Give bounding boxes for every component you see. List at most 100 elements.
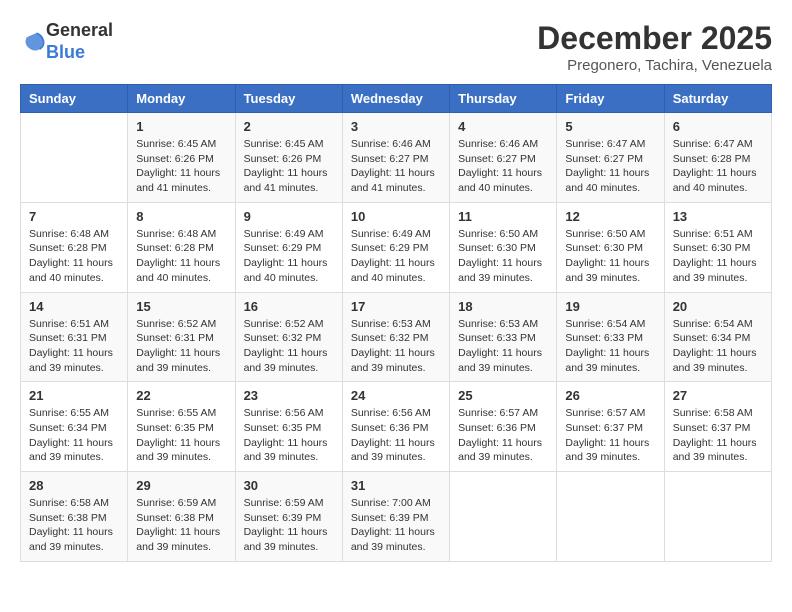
daylight-text: Daylight: 11 hours and 39 minutes.	[351, 347, 435, 374]
sunrise-text: Sunrise: 6:46 AM	[351, 138, 431, 150]
daylight-text: Daylight: 11 hours and 39 minutes.	[565, 257, 649, 284]
daylight-text: Daylight: 11 hours and 41 minutes.	[136, 167, 220, 194]
daylight-text: Daylight: 11 hours and 39 minutes.	[244, 347, 328, 374]
sunset-text: Sunset: 6:27 PM	[351, 153, 429, 165]
day-cell-0-0	[21, 113, 128, 203]
day-info: Sunrise: 6:56 AM Sunset: 6:36 PM Dayligh…	[351, 406, 441, 465]
day-cell-2-2: 16 Sunrise: 6:52 AM Sunset: 6:32 PM Dayl…	[235, 292, 342, 382]
day-number: 17	[351, 299, 441, 314]
sunrise-text: Sunrise: 6:58 AM	[673, 407, 753, 419]
day-cell-0-5: 5 Sunrise: 6:47 AM Sunset: 6:27 PM Dayli…	[557, 113, 664, 203]
sunset-text: Sunset: 6:33 PM	[458, 332, 536, 344]
day-number: 31	[351, 478, 441, 493]
page-header: General Blue December 2025 Pregonero, Ta…	[20, 20, 772, 74]
subtitle: Pregonero, Tachira, Venezuela	[537, 57, 772, 74]
day-number: 11	[458, 209, 548, 224]
calendar-header-row: Sunday Monday Tuesday Wednesday Thursday…	[21, 85, 772, 113]
day-number: 5	[565, 119, 655, 134]
logo-text: General Blue	[46, 20, 113, 63]
sunrise-text: Sunrise: 6:48 AM	[29, 228, 109, 240]
month-title: December 2025	[537, 20, 772, 57]
sunrise-text: Sunrise: 6:55 AM	[29, 407, 109, 419]
sunset-text: Sunset: 6:34 PM	[29, 422, 107, 434]
daylight-text: Daylight: 11 hours and 39 minutes.	[29, 526, 113, 553]
sunrise-text: Sunrise: 6:56 AM	[244, 407, 324, 419]
daylight-text: Daylight: 11 hours and 40 minutes.	[351, 257, 435, 284]
daylight-text: Daylight: 11 hours and 40 minutes.	[458, 167, 542, 194]
sunset-text: Sunset: 6:30 PM	[458, 242, 536, 254]
day-cell-1-2: 9 Sunrise: 6:49 AM Sunset: 6:29 PM Dayli…	[235, 202, 342, 292]
day-cell-4-2: 30 Sunrise: 6:59 AM Sunset: 6:39 PM Dayl…	[235, 472, 342, 562]
day-number: 3	[351, 119, 441, 134]
day-number: 20	[673, 299, 763, 314]
day-cell-2-4: 18 Sunrise: 6:53 AM Sunset: 6:33 PM Dayl…	[450, 292, 557, 382]
sunset-text: Sunset: 6:30 PM	[673, 242, 751, 254]
sunrise-text: Sunrise: 6:50 AM	[565, 228, 645, 240]
day-number: 10	[351, 209, 441, 224]
sunrise-text: Sunrise: 6:59 AM	[136, 497, 216, 509]
sunrise-text: Sunrise: 6:59 AM	[244, 497, 324, 509]
day-number: 19	[565, 299, 655, 314]
day-cell-2-1: 15 Sunrise: 6:52 AM Sunset: 6:31 PM Dayl…	[128, 292, 235, 382]
sunrise-text: Sunrise: 6:51 AM	[29, 318, 109, 330]
day-number: 1	[136, 119, 226, 134]
sunrise-text: Sunrise: 6:54 AM	[673, 318, 753, 330]
day-number: 14	[29, 299, 119, 314]
sunrise-text: Sunrise: 6:52 AM	[136, 318, 216, 330]
day-number: 8	[136, 209, 226, 224]
day-cell-4-0: 28 Sunrise: 6:58 AM Sunset: 6:38 PM Dayl…	[21, 472, 128, 562]
sunset-text: Sunset: 6:27 PM	[565, 153, 643, 165]
day-cell-0-6: 6 Sunrise: 6:47 AM Sunset: 6:28 PM Dayli…	[664, 113, 771, 203]
logo: General Blue	[20, 20, 113, 63]
day-info: Sunrise: 6:45 AM Sunset: 6:26 PM Dayligh…	[136, 137, 226, 196]
sunset-text: Sunset: 6:26 PM	[244, 153, 322, 165]
day-info: Sunrise: 6:57 AM Sunset: 6:37 PM Dayligh…	[565, 406, 655, 465]
day-cell-3-4: 25 Sunrise: 6:57 AM Sunset: 6:36 PM Dayl…	[450, 382, 557, 472]
day-cell-1-5: 12 Sunrise: 6:50 AM Sunset: 6:30 PM Dayl…	[557, 202, 664, 292]
day-cell-3-6: 27 Sunrise: 6:58 AM Sunset: 6:37 PM Dayl…	[664, 382, 771, 472]
day-number: 9	[244, 209, 334, 224]
sunset-text: Sunset: 6:36 PM	[351, 422, 429, 434]
day-info: Sunrise: 6:59 AM Sunset: 6:38 PM Dayligh…	[136, 496, 226, 555]
day-cell-1-0: 7 Sunrise: 6:48 AM Sunset: 6:28 PM Dayli…	[21, 202, 128, 292]
day-info: Sunrise: 6:58 AM Sunset: 6:37 PM Dayligh…	[673, 406, 763, 465]
day-number: 2	[244, 119, 334, 134]
sunset-text: Sunset: 6:37 PM	[565, 422, 643, 434]
sunset-text: Sunset: 6:32 PM	[244, 332, 322, 344]
day-info: Sunrise: 6:45 AM Sunset: 6:26 PM Dayligh…	[244, 137, 334, 196]
sunrise-text: Sunrise: 6:53 AM	[458, 318, 538, 330]
col-wednesday: Wednesday	[342, 85, 449, 113]
day-number: 22	[136, 388, 226, 403]
sunrise-text: Sunrise: 6:48 AM	[136, 228, 216, 240]
day-info: Sunrise: 6:54 AM Sunset: 6:34 PM Dayligh…	[673, 317, 763, 376]
day-cell-2-6: 20 Sunrise: 6:54 AM Sunset: 6:34 PM Dayl…	[664, 292, 771, 382]
day-cell-1-6: 13 Sunrise: 6:51 AM Sunset: 6:30 PM Dayl…	[664, 202, 771, 292]
day-number: 24	[351, 388, 441, 403]
sunrise-text: Sunrise: 6:46 AM	[458, 138, 538, 150]
day-number: 15	[136, 299, 226, 314]
day-info: Sunrise: 7:00 AM Sunset: 6:39 PM Dayligh…	[351, 496, 441, 555]
daylight-text: Daylight: 11 hours and 41 minutes.	[244, 167, 328, 194]
week-row-1: 7 Sunrise: 6:48 AM Sunset: 6:28 PM Dayli…	[21, 202, 772, 292]
day-info: Sunrise: 6:49 AM Sunset: 6:29 PM Dayligh…	[244, 227, 334, 286]
sunrise-text: Sunrise: 6:52 AM	[244, 318, 324, 330]
day-info: Sunrise: 6:48 AM Sunset: 6:28 PM Dayligh…	[136, 227, 226, 286]
day-number: 25	[458, 388, 548, 403]
daylight-text: Daylight: 11 hours and 39 minutes.	[244, 437, 328, 464]
daylight-text: Daylight: 11 hours and 39 minutes.	[458, 257, 542, 284]
daylight-text: Daylight: 11 hours and 39 minutes.	[351, 526, 435, 553]
daylight-text: Daylight: 11 hours and 39 minutes.	[458, 437, 542, 464]
sunset-text: Sunset: 6:26 PM	[136, 153, 214, 165]
sunrise-text: Sunrise: 6:45 AM	[244, 138, 324, 150]
daylight-text: Daylight: 11 hours and 39 minutes.	[29, 347, 113, 374]
day-number: 28	[29, 478, 119, 493]
day-info: Sunrise: 6:46 AM Sunset: 6:27 PM Dayligh…	[458, 137, 548, 196]
col-tuesday: Tuesday	[235, 85, 342, 113]
daylight-text: Daylight: 11 hours and 39 minutes.	[565, 347, 649, 374]
day-info: Sunrise: 6:51 AM Sunset: 6:30 PM Dayligh…	[673, 227, 763, 286]
daylight-text: Daylight: 11 hours and 40 minutes.	[673, 167, 757, 194]
day-info: Sunrise: 6:51 AM Sunset: 6:31 PM Dayligh…	[29, 317, 119, 376]
day-cell-3-0: 21 Sunrise: 6:55 AM Sunset: 6:34 PM Dayl…	[21, 382, 128, 472]
day-cell-4-5	[557, 472, 664, 562]
day-cell-4-1: 29 Sunrise: 6:59 AM Sunset: 6:38 PM Dayl…	[128, 472, 235, 562]
